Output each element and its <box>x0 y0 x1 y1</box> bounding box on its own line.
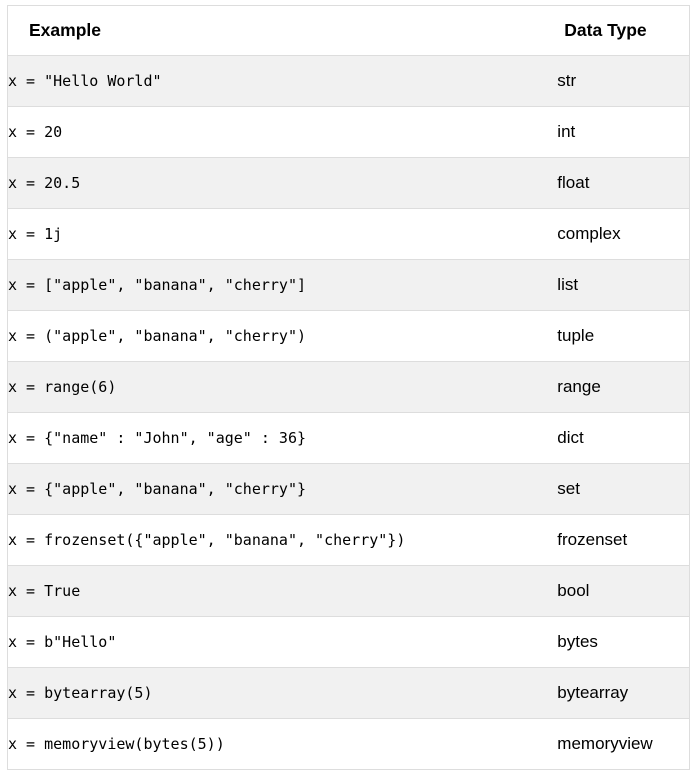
cell-example: x = bytearray(5) <box>7 667 558 719</box>
cell-data-type: str <box>557 71 577 90</box>
table-row: x = ["apple", "banana", "cherry"] list <box>7 259 690 311</box>
column-header-example: Example <box>7 5 558 56</box>
cell-example: x = ["apple", "banana", "cherry"] <box>7 259 558 311</box>
cell-example: x = 1j <box>7 208 558 260</box>
cell-data-type: memoryview <box>557 718 690 770</box>
cell-example: x = {"name" : "John", "age" : 36} <box>7 412 558 464</box>
table-row: x = b"Hello" bytes <box>7 616 690 668</box>
table-body: x = "Hello World" str x = 20 int x = 20.5 flo… <box>7 55 690 770</box>
cell-example: x = frozenset({"apple", "banana", "cherr… <box>7 514 558 566</box>
cell-data-type: int <box>557 106 690 158</box>
table-row: x = 1j complex <box>7 208 690 260</box>
datatypes-table-container: Example Data Type x = "Hello World" str x … <box>0 0 693 770</box>
cell-example: x = "Hello World" <box>8 72 162 90</box>
cell-example: x = {"apple", "banana", "cherry"} <box>7 463 558 515</box>
cell-data-type: complex <box>557 208 690 260</box>
cell-data-type: bytearray <box>557 667 690 719</box>
table-row: x = ("apple", "banana", "cherry") tuple <box>7 310 690 362</box>
python-data-types-table: Example Data Type x = "Hello World" str x … <box>7 5 690 770</box>
table-row: x = 20 int <box>7 106 690 158</box>
table-row: x = memoryview(bytes(5)) memoryview <box>7 718 690 770</box>
cell-data-type: bytes <box>557 616 690 668</box>
cell-example: x = memoryview(bytes(5)) <box>7 718 558 770</box>
cell-data-type: tuple <box>557 310 690 362</box>
cell-example: x = ("apple", "banana", "cherry") <box>7 310 558 362</box>
cell-data-type: set <box>557 463 690 515</box>
cell-data-type: frozenset <box>557 514 690 566</box>
cell-data-type: range <box>557 361 690 413</box>
cell-data-type: bool <box>557 565 690 617</box>
table-row: x = "Hello World" str <box>7 55 690 107</box>
table-row: x = bytearray(5) bytearray <box>7 667 690 719</box>
table-row: x = {"apple", "banana", "cherry"} set <box>7 463 690 515</box>
column-header-data-type: Data Type <box>557 5 690 56</box>
cell-example: x = range(6) <box>7 361 558 413</box>
cell-example: x = 20 <box>7 106 558 158</box>
table-header: Example Data Type <box>7 5 690 56</box>
cell-data-type: dict <box>557 412 690 464</box>
cell-example: x = True <box>7 565 558 617</box>
table-row: x = frozenset({"apple", "banana", "cherr… <box>7 514 690 566</box>
cell-data-type: float <box>557 157 690 209</box>
table-row: x = {"name" : "John", "age" : 36} dict <box>7 412 690 464</box>
table-row: x = 20.5 float <box>7 157 690 209</box>
table-row: x = True bool <box>7 565 690 617</box>
table-row: x = range(6) range <box>7 361 690 413</box>
table-header-row: Example Data Type <box>7 5 690 56</box>
cell-example: x = b"Hello" <box>7 616 558 668</box>
cell-data-type: list <box>557 259 690 311</box>
cell-example: x = 20.5 <box>7 157 558 209</box>
